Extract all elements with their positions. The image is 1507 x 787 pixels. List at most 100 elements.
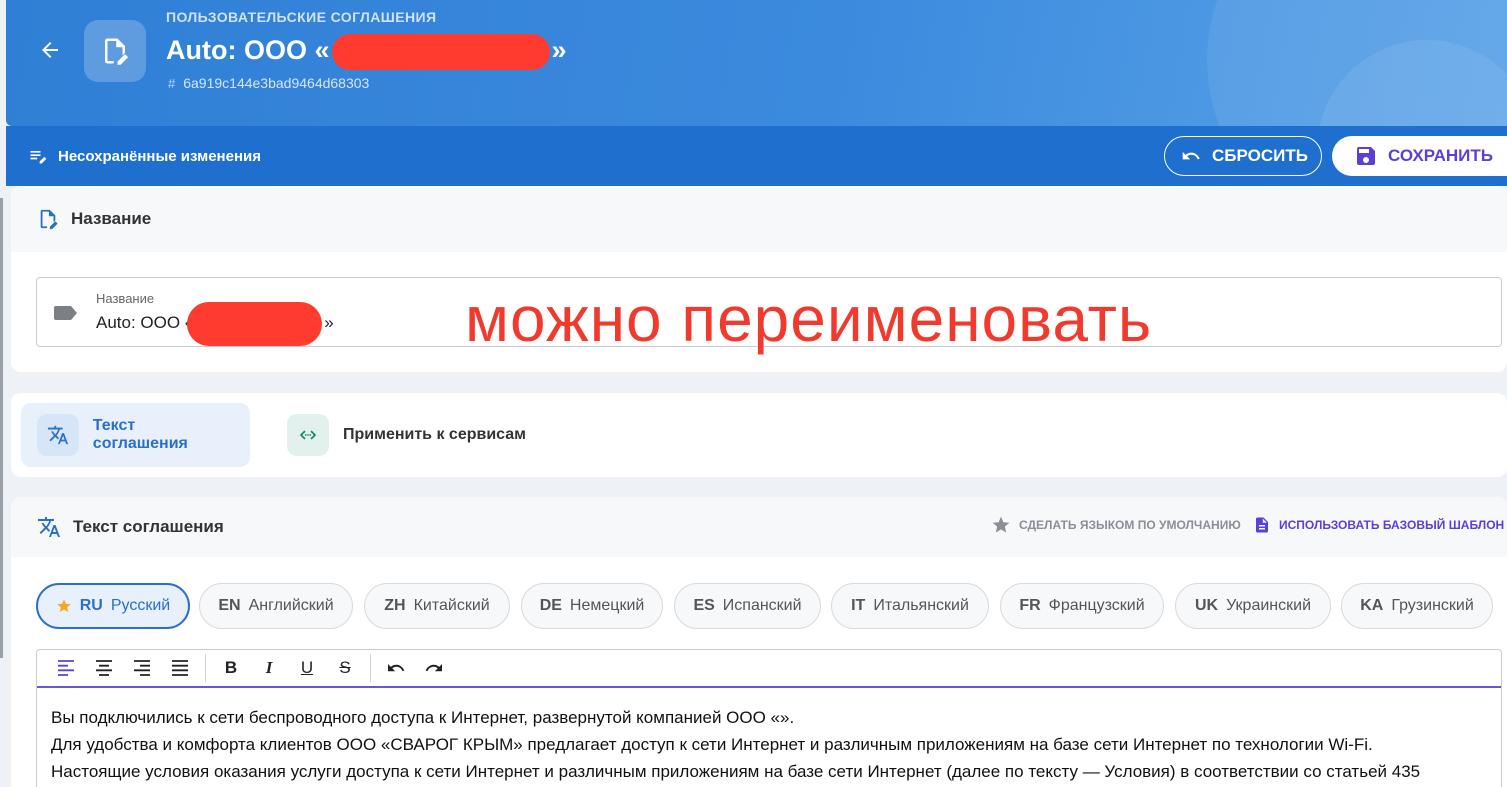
editor-line: Настоящие условия оказания услуги доступ… — [51, 762, 1421, 781]
lang-chip-ka[interactable]: KA Грузинский — [1341, 583, 1493, 629]
italic-button[interactable]: I — [250, 653, 288, 683]
page-title: Auto: ООО « » — [166, 34, 567, 70]
api-icon — [299, 430, 317, 440]
name-card-header: Название — [11, 186, 1507, 252]
record-id-value: 6a919c144e3bad9464d68303 — [183, 75, 370, 91]
unsaved-indicator: Несохранённые изменения — [28, 146, 261, 166]
document-tile — [84, 20, 146, 82]
align-justify-button[interactable] — [161, 653, 199, 683]
align-right-icon — [134, 660, 150, 676]
star-icon — [57, 599, 71, 612]
lang-code: KA — [1360, 597, 1384, 614]
tabs-card: Текст соглашения Применить к сервисам — [11, 393, 1507, 477]
redo-icon — [425, 664, 442, 672]
title-suffix: » — [551, 35, 567, 66]
redo-button[interactable] — [415, 653, 453, 683]
tab-apply-services[interactable]: Применить к сервисам — [271, 403, 542, 467]
align-left-button[interactable] — [47, 653, 85, 683]
lang-chip-es[interactable]: ES Испанский — [674, 583, 821, 629]
page-edge-divider — [0, 198, 3, 658]
redaction-mark — [331, 34, 550, 70]
star-icon — [992, 516, 1010, 533]
bold-button[interactable]: B — [212, 653, 250, 683]
tab-icon-box — [287, 414, 329, 456]
tab-icon-box — [37, 414, 79, 456]
save-icon — [1357, 147, 1375, 165]
lang-chip-fr[interactable]: FR Французский — [1000, 583, 1164, 629]
tab-agreement-text[interactable]: Текст соглашения — [21, 403, 250, 467]
lang-code: FR — [1019, 597, 1041, 614]
align-center-icon — [96, 660, 112, 676]
redaction-mark — [187, 302, 322, 346]
arrow-left-icon — [42, 42, 58, 58]
lang-code: ES — [693, 597, 715, 614]
name-value-prefix: Auto: ООО « — [96, 313, 195, 332]
lang-chip-ru[interactable]: RU Русский — [36, 583, 190, 629]
lang-code: DE — [539, 597, 562, 614]
unsaved-label: Несохранённые изменения — [58, 147, 261, 165]
document-icon — [1256, 517, 1268, 533]
make-default-language-button[interactable]: СДЕЛАТЬ ЯЗЫКОМ ПО УМОЛЧАНИЮ — [991, 515, 1241, 535]
unsaved-changes-bar: Несохранённые изменения СБРОСИТЬ СОХРАНИ… — [6, 126, 1507, 186]
lang-name: Испанский — [722, 597, 802, 614]
undo-button[interactable] — [377, 653, 415, 683]
save-label: СОХРАНИТЬ — [1388, 146, 1493, 165]
lang-chip-de[interactable]: DE Немецкий — [521, 583, 663, 629]
lang-name: Грузинский — [1391, 597, 1474, 614]
align-center-button[interactable] — [85, 653, 123, 683]
toolbar-divider — [205, 654, 206, 682]
strikethrough-button[interactable]: S — [326, 653, 364, 683]
back-button[interactable] — [36, 36, 64, 64]
editor-line: Для удобства и комфорта клиентов ООО «СВ… — [51, 735, 1373, 754]
reset-button[interactable]: СБРОСИТЬ — [1164, 136, 1322, 176]
lang-code: UK — [1195, 597, 1219, 614]
align-justify-icon — [172, 660, 188, 676]
align-right-button[interactable] — [123, 653, 161, 683]
document-edit-icon — [40, 209, 58, 230]
use-base-template-button[interactable]: ИСПОЛЬЗОВАТЬ БАЗОВЫЙ ШАБЛОН — [1253, 515, 1504, 535]
lang-name: Русский — [110, 597, 171, 614]
lang-code: IT — [851, 597, 866, 614]
name-input-label: Название — [96, 291, 155, 306]
lang-code: RU — [79, 597, 103, 614]
edit-notes-icon — [30, 151, 47, 164]
editor-toolbar: B I U S — [37, 650, 1501, 688]
document-edit-icon — [105, 38, 129, 65]
reset-label: СБРОСИТЬ — [1212, 146, 1308, 165]
lang-chip-it[interactable]: IT Итальянский — [831, 583, 989, 629]
editor-content[interactable]: Вы подключились к сети беспроводного дос… — [37, 688, 1501, 787]
lang-name: Французский — [1048, 597, 1145, 614]
undo-icon — [388, 664, 405, 672]
lang-name: Итальянский — [873, 597, 969, 614]
annotation-text: можно переименовать — [465, 283, 1153, 355]
lang-name: Немецкий — [569, 597, 645, 614]
agreement-title-text: Текст соглашения — [73, 517, 224, 536]
undo-icon — [1182, 151, 1200, 160]
align-left-icon — [58, 660, 74, 676]
lang-name: Китайский — [413, 597, 490, 614]
save-button[interactable]: СОХРАНИТЬ — [1332, 136, 1507, 176]
tab-label: Применить к сервисам — [343, 426, 526, 443]
lang-chip-en[interactable]: EN Английский — [199, 583, 353, 629]
lang-name: Английский — [248, 597, 334, 614]
translate-icon — [47, 425, 68, 445]
tab-label: Текст соглашения — [92, 417, 188, 452]
use-template-label: ИСПОЛЬЗОВАТЬ БАЗОВЫЙ ШАБЛОН — [1279, 518, 1505, 532]
name-value-suffix: » — [324, 313, 334, 332]
record-id: # 6a919c144e3bad9464d68303 — [168, 75, 369, 91]
hash-icon: # — [168, 75, 176, 91]
section-overline: ПОЛЬЗОВАТЕЛЬСКИЕ СОГЛАШЕНИЯ — [166, 9, 437, 25]
rich-text-editor[interactable]: B I U S Вы подключились к сети беспровод… — [36, 649, 1502, 787]
page-header: ПОЛЬЗОВАТЕЛЬСКИЕ СОГЛАШЕНИЯ Auto: ООО « »… — [6, 0, 1507, 126]
translate-icon — [38, 517, 60, 537]
name-card-title: Название — [71, 209, 152, 228]
toolbar-divider — [370, 654, 371, 682]
lang-chip-uk[interactable]: UK Украинский — [1175, 583, 1331, 629]
agreement-text-card: Текст соглашения СДЕЛАТЬ ЯЗЫКОМ ПО УМОЛЧ… — [11, 497, 1507, 787]
lang-chip-zh[interactable]: ZH Китайский — [364, 583, 510, 629]
title-prefix: Auto: ООО « — [166, 35, 330, 66]
editor-line: Вы подключились к сети беспроводного дос… — [51, 708, 795, 727]
lang-code: EN — [218, 597, 241, 614]
agreement-card-header: Текст соглашения СДЕЛАТЬ ЯЗЫКОМ ПО УМОЛЧ… — [11, 497, 1507, 557]
underline-button[interactable]: U — [288, 653, 326, 683]
